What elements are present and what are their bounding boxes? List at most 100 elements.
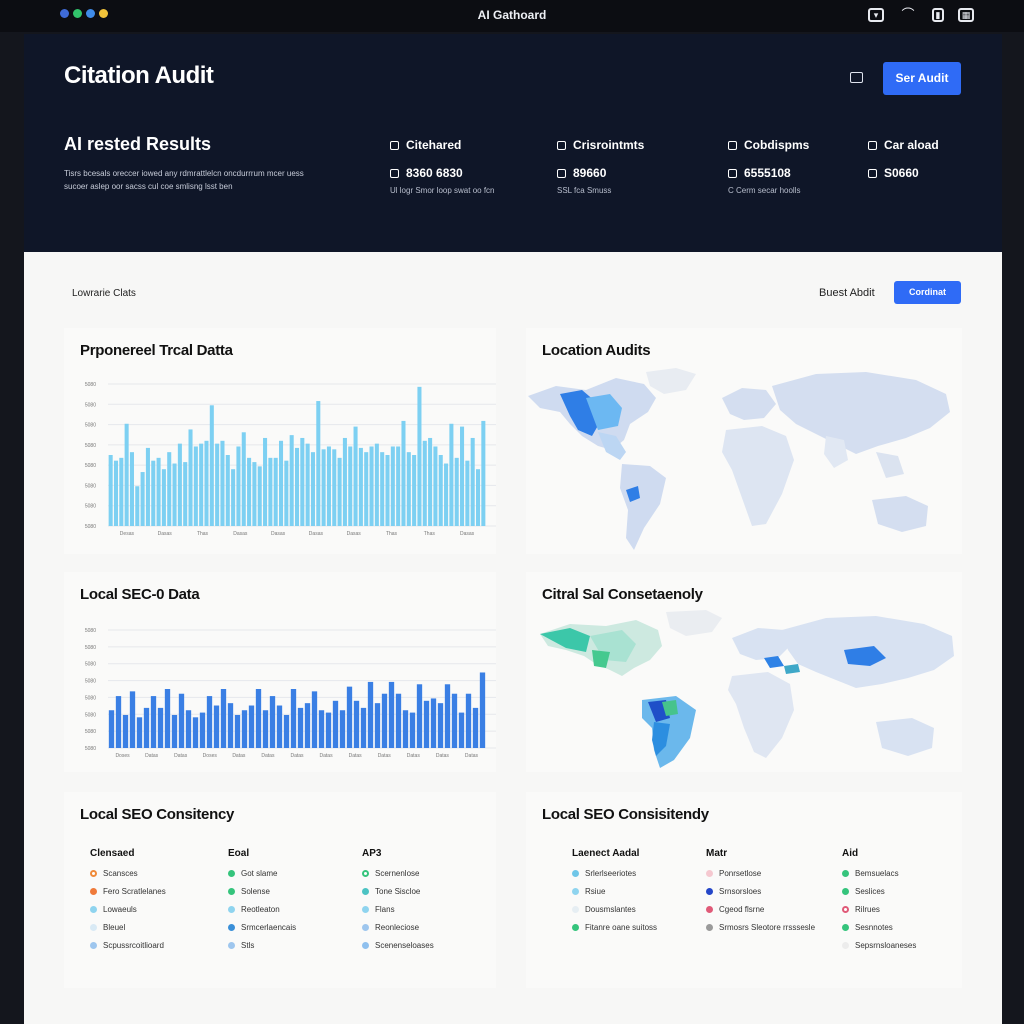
bar-1-25[interactable] — [283, 714, 290, 748]
export-icon[interactable] — [850, 72, 863, 83]
bar-0-41[interactable] — [326, 446, 331, 526]
bar-0-13[interactable] — [177, 443, 182, 526]
legend-item[interactable]: Tone Siscloe — [362, 887, 434, 905]
bar-0-65[interactable] — [454, 457, 459, 526]
bar-0-12[interactable] — [172, 463, 177, 526]
bar-1-16[interactable] — [220, 689, 227, 748]
bar-1-6[interactable] — [150, 696, 157, 748]
signal-icon[interactable]: ⌒ — [898, 6, 918, 24]
bar-1-13[interactable] — [199, 712, 206, 748]
bar-1-19[interactable] — [241, 710, 248, 748]
bar-0-32[interactable] — [279, 440, 284, 526]
wifi-icon[interactable]: ▾ — [868, 8, 884, 22]
bar-0-34[interactable] — [289, 435, 294, 526]
bar-0-45[interactable] — [348, 446, 353, 526]
legend-item[interactable]: Fero Scratlelanes — [90, 887, 166, 905]
menu-icon[interactable]: ▦ — [958, 8, 974, 22]
bar-0-9[interactable] — [156, 457, 161, 526]
legend-item[interactable]: Fitanre oane suitoss — [572, 923, 657, 941]
bar-1-37[interactable] — [367, 681, 374, 748]
bar-1-23[interactable] — [269, 696, 276, 748]
bar-1-44[interactable] — [416, 684, 423, 748]
legend-item[interactable]: Cgeod flsrne — [706, 905, 815, 923]
legend-item[interactable]: Solense — [228, 887, 296, 905]
bar-1-31[interactable] — [325, 712, 332, 748]
continue-button[interactable]: Cordinat — [894, 281, 961, 304]
world-map-citation[interactable] — [526, 572, 962, 772]
bar-0-30[interactable] — [268, 457, 273, 526]
bar-0-16[interactable] — [193, 446, 198, 526]
set-audit-button[interactable]: Ser Audit — [883, 62, 961, 95]
bar-1-18[interactable] — [234, 714, 241, 748]
bar-0-27[interactable] — [252, 462, 257, 526]
bar-0-42[interactable] — [332, 449, 337, 526]
bar-0-47[interactable] — [358, 447, 363, 526]
legend-item[interactable]: Got slame — [228, 869, 296, 887]
bar-0-3[interactable] — [124, 423, 129, 526]
bar-0-55[interactable] — [401, 420, 406, 526]
bar-1-43[interactable] — [409, 712, 416, 748]
bar-0-50[interactable] — [374, 443, 379, 526]
bar-1-21[interactable] — [255, 689, 262, 748]
legend-item[interactable]: Scansces — [90, 869, 166, 887]
bar-0-20[interactable] — [215, 443, 220, 526]
legend-item[interactable]: Srnsorsloes — [706, 887, 815, 905]
bar-0-26[interactable] — [247, 457, 252, 526]
legend-item[interactable]: Scpussrcoitlioard — [90, 941, 166, 959]
bar-1-14[interactable] — [206, 696, 213, 748]
bar-1-48[interactable] — [444, 684, 451, 748]
bar-0-67[interactable] — [465, 460, 470, 526]
bar-0-63[interactable] — [444, 463, 449, 526]
bar-1-45[interactable] — [423, 700, 430, 748]
bar-1-30[interactable] — [318, 710, 325, 748]
bar-0-66[interactable] — [460, 426, 465, 526]
bar-1-51[interactable] — [465, 693, 472, 748]
legend-item[interactable]: Seslices — [842, 887, 916, 905]
legend-item[interactable]: Scernenlose — [362, 869, 434, 887]
bar-0-33[interactable] — [284, 460, 289, 526]
bar-0-38[interactable] — [310, 452, 315, 526]
bar-1-38[interactable] — [374, 703, 381, 748]
bar-1-11[interactable] — [185, 710, 192, 748]
bar-0-40[interactable] — [321, 449, 326, 526]
bar-0-19[interactable] — [209, 405, 214, 526]
bar-0-52[interactable] — [385, 455, 390, 526]
bar-1-20[interactable] — [248, 705, 255, 748]
bar-0-61[interactable] — [433, 446, 438, 526]
bar-0-58[interactable] — [417, 386, 422, 526]
best-audit-link[interactable]: Buest Abdit — [819, 287, 875, 299]
bar-1-10[interactable] — [178, 693, 185, 748]
bar-0-14[interactable] — [183, 462, 188, 526]
bar-1-26[interactable] — [290, 689, 297, 748]
bar-0-22[interactable] — [225, 455, 230, 526]
bar-0-31[interactable] — [273, 457, 278, 526]
legend-item[interactable]: Bleuel — [90, 923, 166, 941]
bar-1-53[interactable] — [479, 672, 486, 748]
bar-1-1[interactable] — [115, 696, 122, 748]
bar-0-39[interactable] — [316, 401, 321, 526]
legend-item[interactable]: Ponrsetlose — [706, 869, 815, 887]
bar-1-28[interactable] — [304, 703, 311, 748]
bar-0-18[interactable] — [204, 440, 209, 526]
bar-0-2[interactable] — [119, 457, 124, 526]
bar-0-51[interactable] — [380, 452, 385, 526]
legend-item[interactable]: Rilrues — [842, 905, 916, 923]
bar-0-6[interactable] — [140, 472, 145, 526]
bar-1-2[interactable] — [122, 714, 129, 748]
bar-0-69[interactable] — [475, 469, 481, 526]
legend-item[interactable]: Lowaeuls — [90, 905, 166, 923]
legend-item[interactable]: Bemsuelacs — [842, 869, 916, 887]
bar-1-29[interactable] — [311, 691, 318, 748]
bar-1-34[interactable] — [346, 686, 353, 748]
world-map-location[interactable] — [526, 328, 962, 554]
legend-item[interactable]: Sesnnotes — [842, 923, 916, 941]
bar-0-35[interactable] — [294, 447, 300, 526]
bar-0-36[interactable] — [300, 437, 305, 526]
bar-1-52[interactable] — [472, 707, 479, 748]
bar-1-12[interactable] — [192, 717, 199, 748]
bar-1-4[interactable] — [136, 717, 143, 748]
bar-1-27[interactable] — [297, 707, 304, 748]
bar-0-46[interactable] — [353, 426, 358, 526]
bar-0-60[interactable] — [428, 437, 433, 526]
bar-0-17[interactable] — [199, 443, 204, 526]
